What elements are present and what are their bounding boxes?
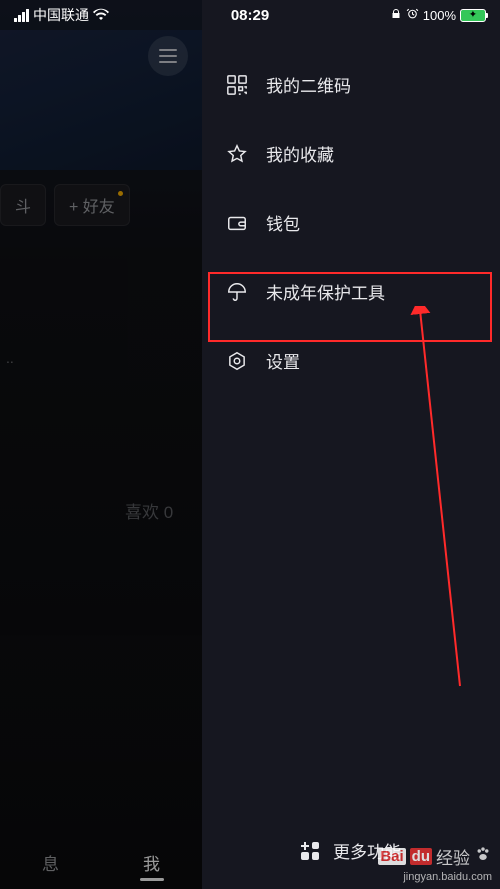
- status-bar: 中国联通 08:29 100% ✦: [0, 0, 500, 30]
- battery-label: 100%: [423, 8, 456, 23]
- watermark-du: du: [410, 848, 432, 865]
- menu-wallet[interactable]: 钱包: [202, 188, 500, 257]
- pill-partial[interactable]: 斗: [0, 184, 46, 226]
- notification-dot-icon: [118, 191, 123, 196]
- hamburger-button[interactable]: [148, 36, 188, 76]
- signal-icon: [14, 9, 29, 22]
- paw-icon: [474, 845, 492, 868]
- star-icon: [226, 143, 248, 165]
- tab-messages[interactable]: 息: [42, 850, 59, 875]
- left-background-panel: 斗 + 好友 .. 喜欢 0 息 我: [0, 0, 202, 889]
- lock-icon: [390, 8, 402, 23]
- status-right: 100% ✦: [390, 7, 486, 23]
- menu-settings[interactable]: 设置: [202, 326, 500, 395]
- bottom-tabs: 息 我: [0, 850, 202, 875]
- menu-label: 我的收藏: [266, 141, 334, 166]
- add-friend-label: + 好友: [69, 193, 115, 217]
- battery-icon: ✦: [460, 9, 486, 22]
- menu-label: 钱包: [266, 210, 300, 235]
- wallet-icon: [226, 212, 248, 234]
- clock: 08:29: [231, 7, 269, 24]
- qrcode-icon: [226, 74, 248, 96]
- tab-me[interactable]: 我: [143, 850, 160, 875]
- grid-plus-icon: [301, 842, 319, 860]
- menu-my-qrcode[interactable]: 我的二维码: [202, 50, 500, 119]
- wifi-icon: [93, 7, 109, 23]
- settings-icon: [226, 350, 248, 372]
- pill-row: 斗 + 好友: [0, 184, 130, 226]
- watermark-url: jingyan.baidu.com: [378, 871, 492, 883]
- add-friend-button[interactable]: + 好友: [54, 184, 130, 226]
- drawer-menu: 我的二维码 我的收藏 钱包 未成年保护工具 设置: [202, 50, 500, 395]
- watermark-bai: Bai: [378, 848, 405, 865]
- ellipsis-text: ..: [6, 350, 14, 366]
- pill-label: 斗: [15, 193, 31, 217]
- menu-label: 未成年保护工具: [266, 279, 385, 304]
- watermark-brand: 经验: [436, 844, 470, 869]
- umbrella-icon: [226, 281, 248, 303]
- menu-label: 我的二维码: [266, 72, 351, 97]
- menu-minor-protection[interactable]: 未成年保护工具: [202, 257, 500, 326]
- menu-label: 设置: [266, 348, 300, 373]
- carrier-label: 中国联通: [33, 5, 89, 25]
- watermark: Baidu 经验 jingyan.baidu.com: [378, 844, 492, 883]
- side-drawer: 我的二维码 我的收藏 钱包 未成年保护工具 设置: [202, 0, 500, 889]
- alarm-icon: [406, 7, 419, 23]
- status-left: 中国联通: [14, 5, 109, 25]
- menu-my-favorites[interactable]: 我的收藏: [202, 119, 500, 188]
- likes-tab[interactable]: 喜欢 0: [125, 498, 173, 523]
